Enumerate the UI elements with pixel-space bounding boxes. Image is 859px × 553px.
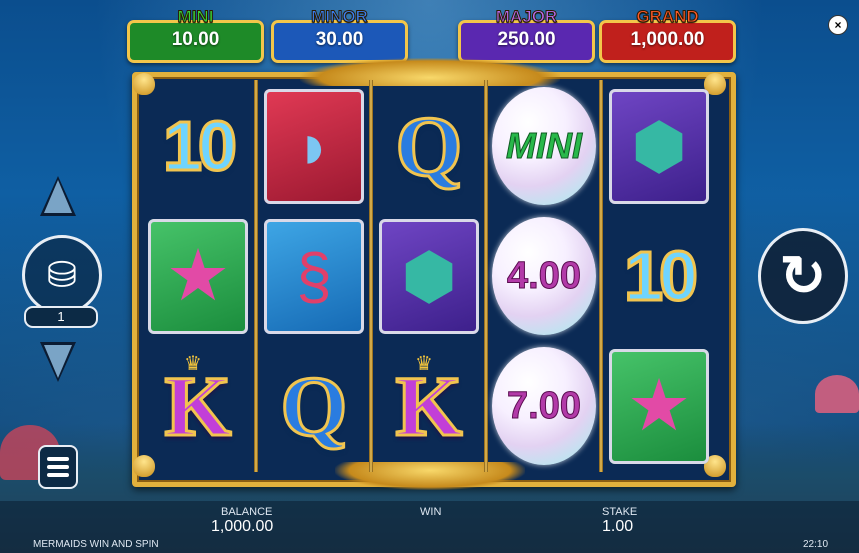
- turtle-symbol: ⬢: [609, 88, 709, 204]
- jackpot-grand-value: 1,000.00: [630, 29, 705, 50]
- symbol-q: Q: [394, 97, 464, 196]
- spin-arrow-icon: ↻: [779, 244, 827, 307]
- symbol-cell: Q: [375, 85, 483, 207]
- pearl-value: 7.00: [492, 347, 596, 465]
- symbol-cell: ♛ K: [144, 345, 252, 467]
- seahorse-symbol: §: [264, 218, 364, 334]
- menu-line: [47, 473, 69, 477]
- turtle-symbol: ⬢: [379, 218, 479, 334]
- starfish-icon: ★: [626, 366, 692, 446]
- symbol-cell: ★: [144, 215, 252, 337]
- bet-increase-arrow-icon[interactable]: [40, 176, 76, 216]
- bet-decrease-arrow-icon[interactable]: [40, 342, 76, 382]
- starfish-icon: ★: [165, 236, 231, 316]
- turtle-icon: ⬢: [401, 240, 457, 312]
- jackpot-major-label: MAJOR: [495, 7, 558, 27]
- jackpot-minor-value: 30.00: [315, 29, 364, 50]
- balance-value: 1,000.00: [211, 518, 274, 535]
- reel-2: ◗ § Q: [258, 80, 370, 472]
- pearl-mini-label: MINI: [506, 125, 583, 167]
- symbol-cell: 7.00: [490, 345, 598, 467]
- pearl-value-label: 4.00: [507, 254, 582, 297]
- symbol-cell: 10: [605, 215, 713, 337]
- symbol-cell: 10: [144, 85, 252, 207]
- crown-icon: ♛: [415, 353, 433, 375]
- close-button[interactable]: ×: [828, 15, 848, 35]
- symbol-q: Q: [279, 357, 349, 456]
- jackpot-grand: GRAND 1,000.00: [599, 7, 736, 63]
- menu-button[interactable]: [38, 445, 78, 489]
- symbol-cell: ◗: [260, 85, 368, 207]
- symbol-cell: §: [260, 215, 368, 337]
- game-name: MERMAIDS WIN AND SPIN: [33, 539, 159, 550]
- symbol-cell: ⬢: [605, 85, 713, 207]
- pearl-mini: MINI: [492, 87, 596, 205]
- menu-line: [47, 457, 69, 461]
- pearl-value: 4.00: [492, 217, 596, 335]
- jackpot-minor: MINOR 30.00: [271, 7, 408, 63]
- reel-5: ⬢ 10 ★: [603, 80, 715, 472]
- reel-3: Q ⬢ ♛ K: [373, 80, 485, 472]
- symbol-cell: MINI: [490, 85, 598, 207]
- symbol-ten: 10: [162, 106, 239, 187]
- clock: 22:10: [803, 539, 829, 550]
- symbol-cell: Q: [260, 345, 368, 467]
- starfish-symbol: ★: [148, 218, 248, 334]
- menu-line: [47, 465, 69, 469]
- dolphin-symbol: ◗: [264, 88, 364, 204]
- seahorse-icon: §: [296, 240, 332, 312]
- symbol-cell: ♛ K: [375, 345, 483, 467]
- spin-button[interactable]: ↻: [758, 228, 848, 324]
- jackpot-mini-value: 10.00: [171, 29, 220, 50]
- coral-right: [815, 375, 859, 413]
- symbol-cell: ★: [605, 345, 713, 467]
- win-label: WIN: [420, 506, 442, 518]
- balance-label: BALANCE: [221, 506, 273, 518]
- bet-count: 1: [24, 306, 98, 328]
- reel-4: MINI 4.00 7.00: [488, 80, 600, 472]
- jackpot-major-value: 250.00: [497, 29, 556, 50]
- crown-icon: ♛: [184, 353, 202, 375]
- stake-value: 1.00: [602, 518, 634, 535]
- dolphin-icon: ◗: [294, 110, 334, 182]
- starfish-symbol: ★: [609, 348, 709, 464]
- symbol-cell: ⬢: [375, 215, 483, 337]
- pearl-value-label: 7.00: [507, 384, 582, 427]
- stake-label: STAKE: [602, 506, 638, 518]
- jackpot-grand-label: GRAND: [636, 7, 699, 27]
- symbol-cell: 4.00: [490, 215, 598, 337]
- jackpot-mini-label: MINI: [177, 7, 214, 27]
- jackpot-minor-label: MINOR: [311, 7, 369, 27]
- symbol-ten: 10: [623, 236, 700, 317]
- coin-stack-icon[interactable]: ⛁: [22, 235, 102, 315]
- jackpot-major: MAJOR 250.00: [458, 7, 595, 63]
- turtle-icon: ⬢: [631, 110, 687, 182]
- jackpot-mini: MINI 10.00: [127, 7, 264, 63]
- reel-1: 10 ★ ♛ K: [142, 80, 254, 472]
